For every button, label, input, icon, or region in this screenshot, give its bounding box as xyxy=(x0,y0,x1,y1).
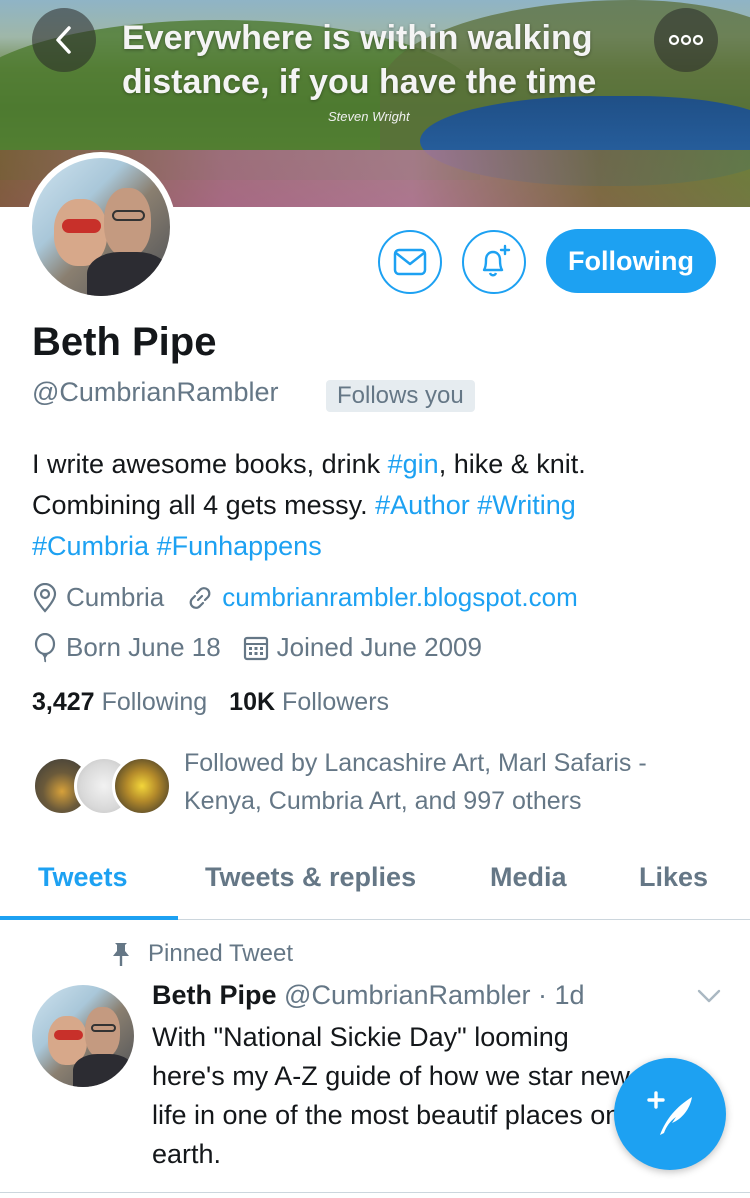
active-tab-indicator xyxy=(0,916,178,920)
website-link[interactable]: cumbrianrambler.blogspot.com xyxy=(222,582,578,613)
hashtag-link[interactable]: #Writing xyxy=(477,490,576,520)
hashtag-link[interactable]: #Funhappens xyxy=(157,531,322,561)
back-button[interactable] xyxy=(32,8,96,72)
message-button[interactable] xyxy=(378,230,442,294)
location-text: Cumbria xyxy=(66,582,165,612)
chevron-down-icon xyxy=(697,989,721,1003)
hashtag-link[interactable]: #gin xyxy=(388,449,439,479)
pin-icon xyxy=(113,943,129,966)
mutual-followers-avatars[interactable] xyxy=(32,756,172,816)
tweet-author-name[interactable]: Beth Pipe xyxy=(152,980,277,1010)
joined-text: Joined June 2009 xyxy=(276,632,482,662)
profile-avatar[interactable] xyxy=(26,152,176,302)
tweet-options-button[interactable] xyxy=(696,988,722,1009)
tab-tweets[interactable]: Tweets xyxy=(38,862,128,893)
location-pin-icon xyxy=(33,582,57,613)
banner-quote-credit: Steven Wright xyxy=(328,109,410,124)
bio-text: Combining all 4 gets messy. xyxy=(32,490,376,520)
following-button[interactable]: Following xyxy=(546,229,716,293)
tab-likes[interactable]: Likes xyxy=(639,862,708,893)
joined-date: Joined June 2009 xyxy=(243,632,482,663)
divider xyxy=(0,1192,750,1193)
more-options-button[interactable] xyxy=(654,8,718,72)
profile-handle: @CumbrianRambler xyxy=(32,377,279,407)
balloon-icon xyxy=(34,632,56,662)
pinned-tweet-text: Pinned Tweet xyxy=(148,940,293,967)
website[interactable]: cumbrianrambler.blogspot.com xyxy=(186,582,578,613)
profile-meta-row: Born June 18 Joined June 2009 xyxy=(32,632,504,663)
compose-tweet-button[interactable] xyxy=(614,1058,726,1170)
following-count[interactable]: 3,427 Following xyxy=(32,688,207,717)
profile-tabs: Tweets Tweets & replies Media Likes xyxy=(0,838,750,920)
follows-you-badge: Follows you xyxy=(326,380,475,412)
tweet-author-handle: @CumbrianRambler xyxy=(284,980,531,1010)
pinned-tweet-label: Pinned Tweet xyxy=(110,940,293,968)
profile-bio: I write awesome books, drink #gin, hike … xyxy=(32,444,722,567)
profile-meta-row: Cumbria cumbrianrambler.blogspot.com xyxy=(32,582,600,613)
more-dots-icon xyxy=(668,34,704,46)
tab-media[interactable]: Media xyxy=(490,862,567,893)
tweet-text[interactable]: With "National Sickie Day" looming here'… xyxy=(152,1018,632,1174)
bio-text: , hike & knit. xyxy=(438,449,586,479)
profile-name: Beth Pipe xyxy=(32,320,217,364)
birthday-text: Born June 18 xyxy=(66,632,221,662)
avatar xyxy=(112,756,172,816)
tweet-avatar[interactable] xyxy=(32,985,134,1087)
mail-icon xyxy=(393,248,427,276)
birthday: Born June 18 xyxy=(32,632,221,663)
tweet-header: Beth Pipe @CumbrianRambler · 1d xyxy=(152,980,585,1011)
hashtag-link[interactable]: #Cumbria xyxy=(32,531,149,561)
following-number: 3,427 xyxy=(32,688,95,716)
tab-tweets-replies[interactable]: Tweets & replies xyxy=(205,862,416,893)
tweet-time: · 1d xyxy=(538,980,585,1010)
bio-text: I write awesome books, drink xyxy=(32,449,388,479)
followers-number: 10K xyxy=(229,688,276,716)
link-icon xyxy=(189,586,211,609)
back-arrow-icon xyxy=(56,26,71,54)
following-label: Following xyxy=(101,688,208,716)
notifications-button[interactable] xyxy=(462,230,526,294)
banner-quote: Everywhere is within walking distance, i… xyxy=(122,19,597,101)
bell-plus-icon xyxy=(482,244,511,277)
compose-tweet-icon xyxy=(647,1091,692,1135)
location: Cumbria xyxy=(32,582,164,613)
followers-count[interactable]: 10K Followers xyxy=(229,688,389,717)
follow-counts: 3,427 Following 10K Followers xyxy=(32,688,411,717)
hashtag-link[interactable]: #Author xyxy=(375,490,470,520)
followers-label: Followers xyxy=(282,688,390,716)
avatar-photo xyxy=(32,158,170,296)
followed-by-text[interactable]: Followed by Lancashire Art, Marl Safaris… xyxy=(184,744,714,820)
calendar-icon xyxy=(243,636,268,660)
